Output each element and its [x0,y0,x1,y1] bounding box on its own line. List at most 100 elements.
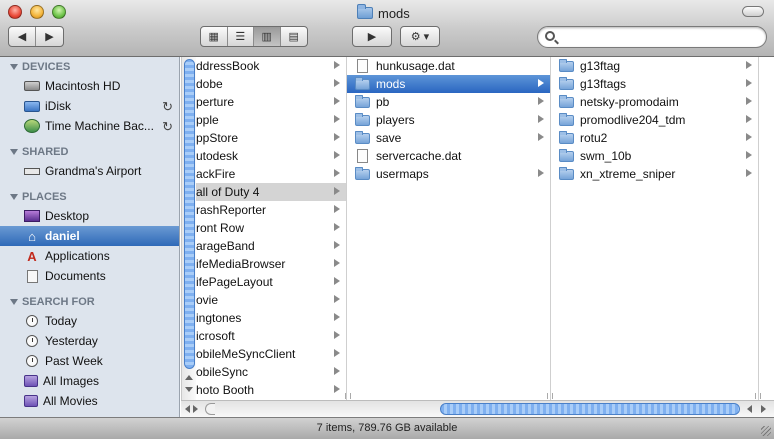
sidebar-section-shared[interactable]: SHARED [0,142,179,161]
item-label: pple [196,113,219,127]
column-1-list: ddressBook dobe perture pple ppStore utodesk a… [196,57,346,399]
column-1-item[interactable]: ackFire [196,165,346,183]
column-2-item[interactable]: pb [347,93,550,111]
column-2-item[interactable]: players [347,111,550,129]
desktop-icon [24,210,40,222]
column-2-item[interactable]: mods [347,75,550,93]
sidebar-section-search-for[interactable]: SEARCH FOR [0,292,179,311]
scroll-left-arrow-icon[interactable] [747,405,752,413]
column-1-item[interactable]: ovie [196,291,346,309]
coverflow-view-button[interactable]: ▤ [281,27,307,46]
sidebar-item-desktop[interactable]: Desktop [0,206,179,226]
column-1-item[interactable]: obileSync [196,363,346,381]
column-3-item[interactable]: netsky-promodaim [551,93,758,111]
sync-icon[interactable]: ↻ [162,99,173,115]
search-field[interactable] [537,26,767,48]
column-1-item[interactable]: icrosoft [196,327,346,345]
search-input[interactable] [560,29,760,45]
disclosure-arrow-icon [334,331,340,339]
browser-column-1: ddressBook dobe perture pple ppStore utodesk a… [181,57,347,400]
item-label: hoto Booth [196,383,255,397]
column-2-item[interactable]: servercache.dat [347,147,550,165]
sidebar-item-daniel[interactable]: ⌂ daniel [0,226,179,246]
zoom-button[interactable] [52,5,66,19]
disclosure-arrow-icon [334,385,340,393]
horizontal-scroll-thumb[interactable] [440,403,740,415]
column-1-item[interactable]: ront Row [196,219,346,237]
column-2-item[interactable]: usermaps [347,165,550,183]
sidebar-item-documents[interactable]: Documents [0,266,179,286]
column-1-item[interactable]: utodesk [196,147,346,165]
sidebar-item-past-week[interactable]: Past Week [0,351,179,371]
sidebar-item-all-movies[interactable]: All Movies [0,391,179,411]
column-3-item[interactable]: xn_xtreme_sniper [551,165,758,183]
column-1-item[interactable]: hoto Booth [196,381,346,399]
column-1-item[interactable]: ifeMediaBrowser [196,255,346,273]
column-1-item[interactable]: ppStore [196,129,346,147]
browser-column-2: hunkusage.dat mods pb players save servercach… [347,57,551,400]
column-2-item[interactable]: hunkusage.dat [347,57,550,75]
column-2-item[interactable]: save [347,129,550,147]
resize-grip-icon[interactable] [761,426,771,436]
action-menu-button[interactable]: ⚙ ▾ [401,27,439,46]
column-1-item[interactable]: pple [196,111,346,129]
forward-button[interactable]: ▶ [36,27,63,46]
column-1-item[interactable]: ifePageLayout [196,273,346,291]
scroll-right-arrow-icon[interactable] [761,405,766,413]
column-1-item[interactable]: perture [196,93,346,111]
list-view-button[interactable]: ☰ [228,27,254,46]
disclosure-arrow-icon [538,169,544,177]
icon-view-button[interactable]: ▦ [201,27,228,46]
column-resize-handle[interactable] [755,393,761,399]
sidebar-section-devices[interactable]: DEVICES [0,57,179,76]
disclosure-arrow-icon [334,367,340,375]
column-1-item[interactable]: rashReporter [196,201,346,219]
sidebar-item-idisk[interactable]: iDisk ↻ [0,96,179,116]
column-1-item[interactable]: arageBand [196,237,346,255]
scroll-right-arrow-icon[interactable] [193,405,198,413]
column-1-item[interactable]: all of Duty 4 [196,183,346,201]
column-3-item[interactable]: swm_10b [551,147,758,165]
column-3-item[interactable]: promodlive204_tdm [551,111,758,129]
sidebar-item-all-images[interactable]: All Images [0,371,179,391]
horizontal-scrollbar[interactable] [181,400,774,417]
column-view-button[interactable]: ▥ [254,27,281,46]
item-label: ifeMediaBrowser [196,257,286,271]
disclosure-arrow-icon [538,79,544,87]
scroll-left-arrow-icon[interactable] [185,405,190,413]
item-label: ingtones [196,311,242,325]
column-3-item[interactable]: rotu2 [551,129,758,147]
sidebar-item-grandmas-airport[interactable]: Grandma's Airport [0,161,179,181]
sync-icon[interactable]: ↻ [162,119,173,135]
column-1-item[interactable]: obileMeSyncClient [196,345,346,363]
column-1-item[interactable]: ingtones [196,309,346,327]
sidebar-item-yesterday[interactable]: Yesterday [0,331,179,351]
minimize-button[interactable] [30,5,44,19]
finder-window: mods ◀ ▶ ▦ ☰ ▥ ▤ ▶ ⚙ ▾ DEVICES Macintosh… [0,0,774,439]
scroll-down-arrow-icon[interactable] [185,387,193,392]
scroll-up-arrow-icon[interactable] [185,375,193,380]
item-label: rashReporter [196,203,267,217]
disclosure-arrow-icon [746,169,752,177]
toolbar-toggle-button[interactable] [742,6,764,17]
documents-icon [24,269,40,283]
column-1-item[interactable]: dobe [196,75,346,93]
quicklook-button[interactable]: ▶ [353,27,391,46]
item-label: players [376,113,415,127]
folder-icon [355,130,370,144]
column-1-scrollbar[interactable] [181,57,196,400]
column-1-scroll-thumb[interactable] [184,59,195,369]
close-button[interactable] [8,5,22,19]
column-3-item[interactable]: g13ftags [551,75,758,93]
disclosure-arrow-icon [334,169,340,177]
sidebar-item-macintosh-hd[interactable]: Macintosh HD [0,76,179,96]
sidebar-item-today[interactable]: Today [0,311,179,331]
search-icon [545,31,555,41]
column-1-item[interactable]: ddressBook [196,57,346,75]
back-button[interactable]: ◀ [9,27,36,46]
sidebar-section-places[interactable]: PLACES [0,187,179,206]
status-text: 7 items, 789.76 GB available [316,422,458,434]
sidebar-item-time-machine[interactable]: Time Machine Bac... ↻ [0,116,179,136]
sidebar-item-applications[interactable]: A Applications [0,246,179,266]
column-3-item[interactable]: g13ftag [551,57,758,75]
